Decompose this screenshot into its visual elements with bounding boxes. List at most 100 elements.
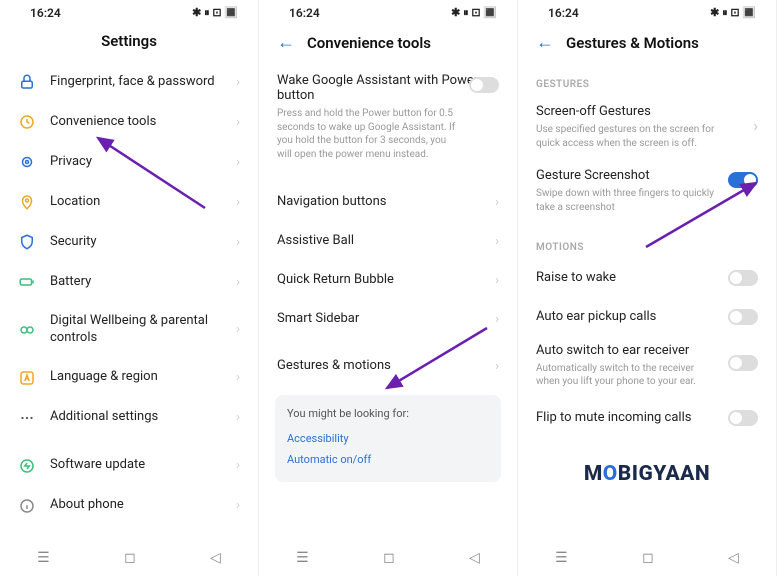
row-auto-ear-pickup[interactable]: Auto ear pickup calls — [518, 298, 776, 337]
row-gesture-screenshot[interactable]: Gesture Screenshot Swipe down with three… — [518, 160, 776, 228]
lock-icon — [18, 73, 36, 91]
toggle-off[interactable] — [728, 270, 758, 286]
battery-icon — [18, 273, 36, 291]
row-flip-to-mute[interactable]: Flip to mute incoming calls — [518, 399, 776, 438]
label: Additional settings — [50, 409, 222, 426]
row-fingerprint[interactable]: Fingerprint, face & password › — [0, 62, 258, 102]
label: Auto ear pickup calls — [536, 309, 714, 326]
label: Security — [50, 234, 222, 251]
label: Convenience tools — [50, 114, 222, 131]
nav-back-icon[interactable]: ◁ — [469, 550, 480, 566]
setting-title: Auto switch to ear receiver — [536, 343, 758, 358]
tools-icon — [18, 113, 36, 131]
setting-title: Screen-off Gestures — [536, 104, 758, 119]
gestures-screen: 16:24 ✱ ⏸ ⊡ 🔳 ← Gestures & Motions GESTU… — [518, 0, 777, 576]
row-auto-switch-receiver[interactable]: Auto switch to ear receiver Automaticall… — [518, 337, 776, 399]
row-about[interactable]: About phone › — [0, 486, 258, 526]
row-battery[interactable]: Battery › — [0, 262, 258, 302]
chevron-right-icon: › — [495, 359, 499, 374]
setting-desc: Automatically switch to the receiver whe… — [536, 362, 758, 389]
wellbeing-icon — [18, 321, 36, 339]
toggle-on[interactable] — [728, 172, 758, 188]
toggle-off[interactable] — [728, 355, 758, 371]
info-icon — [18, 497, 36, 515]
row-wellbeing[interactable]: Digital Wellbeing & parental controls › — [0, 302, 258, 358]
chevron-right-icon: › — [236, 75, 240, 90]
chevron-right-icon: › — [236, 498, 240, 513]
chevron-right-icon: › — [236, 275, 240, 290]
nav-recent-icon[interactable]: ☰ — [555, 550, 568, 566]
setting-desc: Press and hold the Power button for 0.5 … — [277, 107, 499, 161]
nav-back-icon[interactable]: ◁ — [210, 550, 221, 566]
row-location[interactable]: Location › — [0, 182, 258, 222]
chevron-right-icon: › — [236, 370, 240, 385]
label: Navigation buttons — [277, 194, 481, 211]
setting-title: Gesture Screenshot — [536, 168, 758, 183]
wake-assistant-setting[interactable]: Wake Google Assistant with Power button … — [259, 65, 517, 175]
suggestions-tile: You might be looking for: Accessibility … — [275, 395, 501, 482]
row-assistive-ball[interactable]: Assistive Ball › — [259, 222, 517, 261]
label: Location — [50, 194, 222, 211]
chevron-right-icon: › — [236, 458, 240, 473]
nav-home-icon[interactable]: ◻ — [383, 550, 395, 566]
link-accessibility[interactable]: Accessibility — [287, 428, 489, 449]
chevron-right-icon: › — [236, 410, 240, 425]
chevron-right-icon: › — [495, 195, 499, 210]
chevron-right-icon: › — [236, 322, 240, 337]
row-smart-sidebar[interactable]: Smart Sidebar › — [259, 300, 517, 339]
location-icon — [18, 193, 36, 211]
row-software-update[interactable]: Software update › — [0, 446, 258, 486]
status-time: 16:24 — [30, 6, 61, 20]
nav-home-icon[interactable]: ◻ — [124, 550, 136, 566]
back-arrow-icon[interactable]: ← — [277, 32, 295, 53]
toggle-off[interactable] — [728, 410, 758, 426]
toggle-off[interactable] — [469, 77, 499, 93]
status-time: 16:24 — [289, 6, 320, 20]
label: Fingerprint, face & password — [50, 74, 222, 91]
row-security[interactable]: Security › — [0, 222, 258, 262]
settings-screen: 16:24 ✱ ⏸ ⊡ 🔳 Settings Fingerprint, face… — [0, 0, 259, 576]
row-navigation-buttons[interactable]: Navigation buttons › — [259, 183, 517, 222]
toggle-off[interactable] — [728, 309, 758, 325]
privacy-icon — [18, 153, 36, 171]
row-gestures-motions[interactable]: Gestures & motions › — [259, 347, 517, 386]
setting-title: Wake Google Assistant with Power button — [277, 73, 499, 103]
row-raise-to-wake[interactable]: Raise to wake — [518, 259, 776, 298]
status-bar: 16:24 ✱ ⏸ ⊡ 🔳 — [259, 0, 517, 22]
setting-desc: Use specified gestures on the screen for… — [536, 123, 758, 150]
label: Language & region — [50, 369, 222, 386]
chevron-right-icon: › — [236, 235, 240, 250]
watermark-logo: MOBIGYAAN — [518, 438, 776, 494]
row-additional[interactable]: Additional settings › — [0, 398, 258, 438]
row-convenience-tools[interactable]: Convenience tools › — [0, 102, 258, 142]
label: Smart Sidebar — [277, 311, 481, 328]
chevron-right-icon: › — [236, 115, 240, 130]
status-bar: 16:24 ✱ ⏸ ⊡ 🔳 — [518, 0, 776, 22]
link-auto-onoff[interactable]: Automatic on/off — [287, 449, 489, 470]
nav-recent-icon[interactable]: ☰ — [296, 550, 309, 566]
shield-icon — [18, 233, 36, 251]
row-language[interactable]: Language & region › — [0, 358, 258, 398]
nav-recent-icon[interactable]: ☰ — [37, 550, 50, 566]
status-icons: ✱ ⏸ ⊡ 🔳 — [451, 6, 497, 20]
nav-bar: ☰ ◻ ◁ — [0, 538, 258, 576]
setting-desc: Swipe down with three fingers to quickly… — [536, 187, 758, 214]
chevron-right-icon: › — [236, 155, 240, 170]
row-privacy[interactable]: Privacy › — [0, 142, 258, 182]
header: ← Gestures & Motions — [518, 22, 776, 65]
language-icon — [18, 369, 36, 387]
page-title: Convenience tools — [307, 34, 431, 52]
nav-bar: ☰ ◻ ◁ — [518, 538, 776, 576]
row-quick-return[interactable]: Quick Return Bubble › — [259, 261, 517, 300]
update-icon — [18, 457, 36, 475]
nav-back-icon[interactable]: ◁ — [728, 550, 739, 566]
status-icons: ✱ ⏸ ⊡ 🔳 — [710, 6, 756, 20]
more-icon — [18, 409, 36, 427]
row-screen-off-gestures[interactable]: Screen-off Gestures Use specified gestur… — [518, 96, 776, 160]
label: Battery — [50, 274, 222, 291]
nav-home-icon[interactable]: ◻ — [642, 550, 654, 566]
header: Settings — [0, 22, 258, 62]
label: Privacy — [50, 154, 222, 171]
back-arrow-icon[interactable]: ← — [536, 32, 554, 53]
label: About phone — [50, 497, 222, 514]
